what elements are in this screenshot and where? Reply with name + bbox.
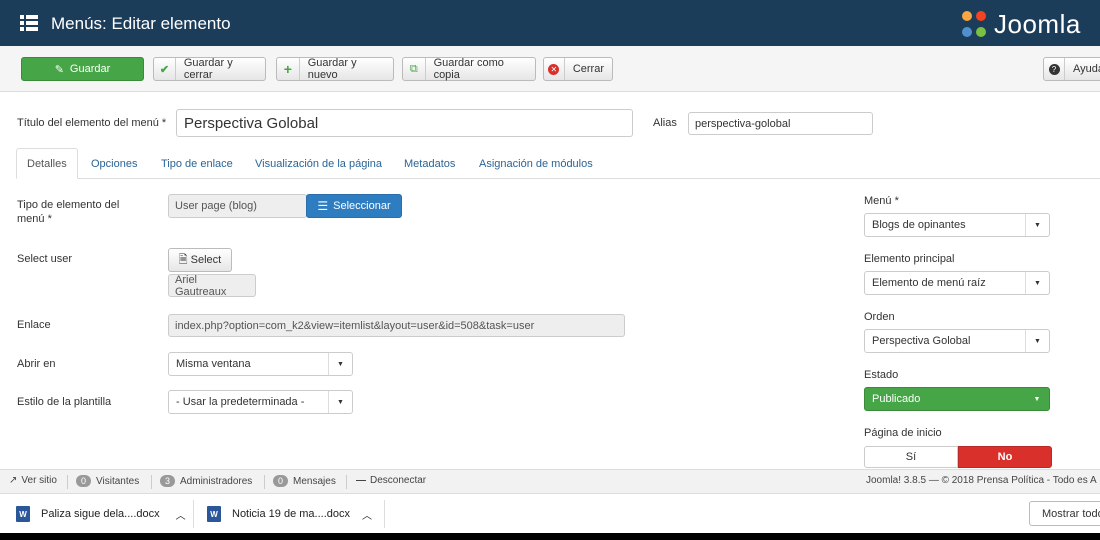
toolbar: ✎ Guardar ✔ Guardar y cerrar + Guardar y… — [0, 46, 1100, 92]
template-style-select[interactable]: - Usar la predeterminada - ▼ — [168, 390, 353, 414]
selected-user-field: Ariel Gautreaux — [168, 274, 256, 298]
separator — [193, 500, 194, 528]
edit-icon: ✎ — [54, 63, 64, 76]
external-link-icon: ↗ — [9, 475, 18, 486]
home-yes-option[interactable]: Sí — [864, 446, 958, 468]
minus-icon: — — [356, 475, 366, 486]
link-label: Enlace — [17, 319, 51, 331]
caret-down-icon: ▼ — [1025, 330, 1049, 352]
template-label: Estilo de la plantilla — [17, 396, 112, 408]
admins-link[interactable]: 3 Administradores — [160, 475, 252, 487]
view-site-link[interactable]: ↗ Ver sitio — [9, 475, 57, 486]
tab-visualizacion[interactable]: Visualización de la página — [255, 148, 382, 179]
parent-select[interactable]: Elemento de menú raíz ▼ — [864, 271, 1050, 295]
visitors-link[interactable]: 0 Visitantes — [76, 475, 139, 487]
tab-bar: Detalles Opciones Tipo de enlace Visuali… — [16, 148, 1100, 179]
tab-detalles[interactable]: Detalles — [16, 148, 78, 179]
downloads-bar: W Paliza sigue dela....docx ︿ W Noticia … — [0, 493, 1100, 533]
menu-select[interactable]: Blogs de opinantes ▼ — [864, 213, 1050, 237]
order-label: Orden — [864, 311, 895, 323]
separator — [346, 475, 347, 489]
title-input[interactable]: Perspectiva Golobal — [176, 109, 633, 137]
status-bar: ↗ Ver sitio 0 Visitantes 3 Administrador… — [0, 469, 1100, 493]
caret-down-icon: ▼ — [1025, 214, 1049, 236]
page-title: Menús: Editar elemento — [51, 14, 231, 33]
alias-label: Alias — [653, 117, 677, 129]
type-label-line1: Tipo de elemento del — [17, 199, 120, 211]
visitors-count-badge: 0 — [76, 475, 92, 487]
plus-icon: + — [277, 58, 300, 80]
menu-list-icon — [20, 15, 38, 31]
open-label: Abrir en — [17, 358, 56, 370]
caret-down-icon: ▼ — [1025, 272, 1049, 294]
top-header: Menús: Editar elemento Joomla — [0, 0, 1100, 46]
link-field: index.php?option=com_k2&view=itemlist&la… — [168, 314, 625, 337]
download-item-2[interactable]: W Noticia 19 de ma....docx ︿ — [207, 494, 372, 534]
check-icon: ✔ — [154, 58, 176, 80]
type-value-field: User page (blog) — [168, 194, 307, 218]
download-item-1[interactable]: W Paliza sigue dela....docx ︿ — [16, 494, 186, 534]
caret-down-icon: ▼ — [328, 391, 352, 413]
open-in-select[interactable]: Misma ventana ▼ — [168, 352, 353, 376]
footer-copyright: Joomla! 3.8.5 — © 2018 Prensa Política -… — [866, 475, 1097, 486]
list-icon: ☰ — [317, 199, 329, 213]
save-close-button[interactable]: ✔ Guardar y cerrar — [153, 57, 266, 81]
save-new-button[interactable]: + Guardar y nuevo — [276, 57, 394, 81]
help-button[interactable]: ? Ayuda — [1043, 57, 1100, 81]
tab-opciones[interactable]: Opciones — [91, 148, 137, 179]
order-select[interactable]: Perspectiva Golobal ▼ — [864, 329, 1050, 353]
title-label: Título del elemento del menú * — [17, 117, 167, 129]
chevron-up-icon[interactable]: ︿ — [176, 507, 186, 522]
menu-label: Menú * — [864, 195, 899, 207]
separator — [384, 500, 385, 528]
separator — [151, 475, 152, 489]
word-file-icon: W — [16, 506, 30, 522]
home-label: Página de inicio — [864, 427, 942, 439]
admins-count-badge: 3 — [160, 475, 176, 487]
tab-metadatos[interactable]: Metadatos — [404, 148, 455, 179]
parent-label: Elemento principal — [864, 253, 955, 265]
user-label: Select user — [17, 253, 73, 265]
tab-tipo-enlace[interactable]: Tipo de enlace — [161, 148, 233, 179]
separator — [67, 475, 68, 489]
messages-count-badge: 0 — [273, 475, 289, 487]
logo-text: Joomla — [994, 8, 1081, 39]
status-label: Estado — [864, 369, 899, 381]
file-icon: 🗎 — [178, 253, 188, 266]
save-copy-button[interactable]: ⧉ Guardar como copia — [402, 57, 536, 81]
logout-link[interactable]: — Desconectar — [356, 475, 426, 486]
help-icon: ? — [1044, 58, 1065, 80]
close-circle-icon: ✕ — [544, 58, 565, 80]
word-file-icon: W — [207, 506, 221, 522]
caret-down-icon: ▼ — [1033, 395, 1041, 403]
messages-link[interactable]: 0 Mensajes — [273, 475, 336, 487]
joomla-logo[interactable]: Joomla — [958, 8, 1081, 40]
tab-asignacion-modulos[interactable]: Asignación de módulos — [479, 148, 593, 179]
alias-input[interactable]: perspectiva-golobal — [688, 112, 873, 135]
save-button[interactable]: ✎ Guardar — [21, 57, 144, 81]
show-all-downloads-button[interactable]: Mostrar todo — [1029, 501, 1100, 526]
status-select[interactable]: Publicado ▼ — [864, 387, 1050, 411]
caret-down-icon: ▼ — [328, 353, 352, 375]
close-button[interactable]: ✕ Cerrar — [543, 57, 613, 81]
type-label-line2: menú * — [17, 213, 52, 225]
select-type-button[interactable]: ☰ Seleccionar — [306, 194, 402, 218]
select-user-button[interactable]: 🗎 Select — [168, 248, 232, 272]
chevron-up-icon[interactable]: ︿ — [362, 507, 372, 522]
taskbar — [0, 533, 1100, 540]
home-toggle: Sí No — [864, 446, 1052, 468]
joomla-logo-icon — [962, 11, 986, 37]
separator — [264, 475, 265, 489]
home-no-option[interactable]: No — [958, 446, 1052, 468]
copy-icon: ⧉ — [403, 58, 426, 80]
